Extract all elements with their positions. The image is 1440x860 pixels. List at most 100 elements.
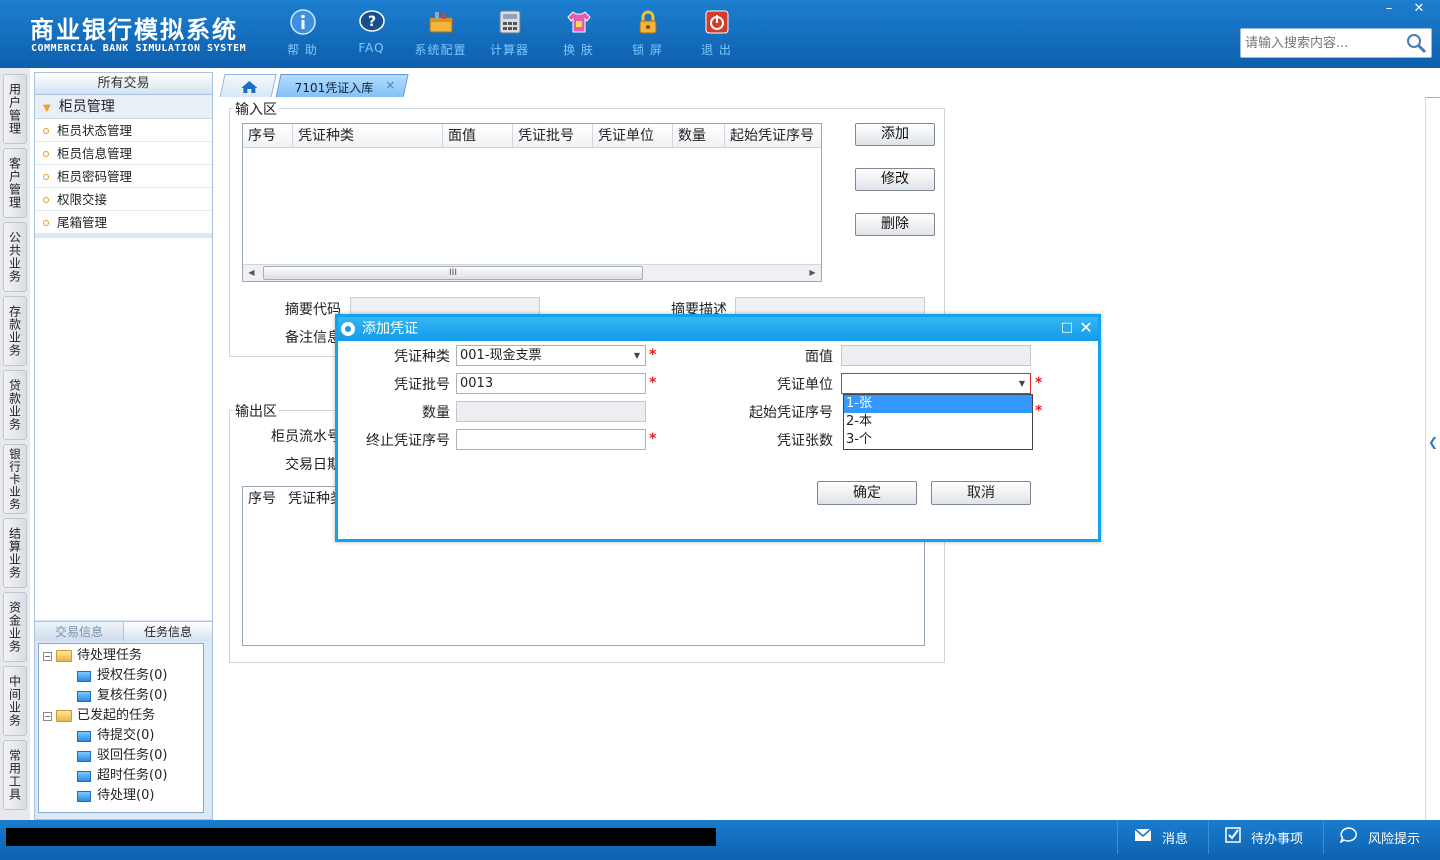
add-button[interactable]: 添加 — [855, 123, 935, 146]
tree-leaf[interactable]: 超时任务(0) — [39, 766, 203, 786]
todo-button[interactable]: 待办事项 — [1207, 820, 1323, 854]
list-item[interactable]: 柜员信息管理 — [35, 142, 212, 165]
unit-option[interactable]: 2-本 — [844, 413, 1032, 431]
vtab-bank-card-business[interactable]: 银行卡业务 — [3, 444, 27, 514]
scroll-right-icon[interactable]: ▶ — [804, 265, 821, 281]
change-skin-label: 换 肤 — [563, 43, 594, 57]
calculator-button[interactable]: 计算器 — [475, 8, 544, 64]
vtab-customer-management[interactable]: 客户管理 — [3, 148, 27, 218]
bullet-icon — [43, 197, 49, 203]
column-header: 序号 — [248, 491, 276, 507]
tree-leaf[interactable]: 授权任务(0) — [39, 666, 203, 686]
list-item-label: 权限交接 — [57, 192, 108, 207]
tree-leaf[interactable]: 待处理(0) — [39, 786, 203, 806]
required-mark: * — [649, 431, 657, 447]
shirt-icon — [565, 8, 593, 36]
vtab-intermediate-business[interactable]: 中间业务 — [3, 666, 27, 736]
tree-leaf[interactable]: 待提交(0) — [39, 726, 203, 746]
dialog-title: 添加凭证 — [362, 321, 418, 337]
help-label: 帮 助 — [287, 43, 318, 57]
search-box — [1240, 28, 1432, 58]
main-tab-bar: 7101凭证入库 × — [218, 72, 1440, 98]
tab-transaction-info[interactable]: 交易信息 — [35, 622, 123, 641]
close-window-button[interactable]: ✕ — [1404, 0, 1434, 18]
power-icon — [703, 8, 731, 36]
unit-option[interactable]: 1-张 — [844, 395, 1032, 413]
risk-alert-button[interactable]: 风险提示 — [1322, 820, 1440, 854]
tree-node-initiated[interactable]: − 已发起的任务 — [39, 706, 203, 726]
ok-button[interactable]: 确定 — [817, 481, 917, 505]
category-label: 柜员管理 — [58, 99, 115, 115]
toolbar: 帮 助 ? FAQ 系统配置 计算器 换 肤 锁 屏 退 出 — [268, 8, 751, 64]
list-item[interactable]: 柜员状态管理 — [35, 119, 212, 142]
list-item-label: 尾箱管理 — [57, 215, 108, 230]
help-button[interactable]: 帮 助 — [268, 8, 337, 64]
list-item[interactable]: 尾箱管理 — [35, 211, 212, 234]
exit-button[interactable]: 退 出 — [682, 8, 751, 64]
collapse-icon[interactable]: − — [43, 711, 52, 721]
brand-subtitle: COMMERCIAL BANK SIMULATION SYSTEM — [31, 43, 247, 54]
tree-node-pending[interactable]: − 待处理任务 — [39, 646, 203, 666]
tab-close-icon[interactable]: × — [385, 78, 395, 92]
maximize-icon[interactable]: □ — [1060, 321, 1074, 335]
horizontal-scrollbar[interactable]: ◀ III ▶ — [243, 264, 821, 281]
status-bar: 消息 待办事项 风险提示 — [0, 820, 1440, 860]
vtab-deposit-business[interactable]: 存款业务 — [3, 296, 27, 366]
folder-icon — [56, 710, 72, 722]
scroll-thumb[interactable]: III — [263, 266, 643, 280]
expand-right-icon[interactable]: ❮ — [1428, 420, 1438, 464]
minimize-button[interactable]: – — [1374, 0, 1404, 18]
output-area-legend: 输出区 — [233, 401, 279, 421]
system-config-label: 系统配置 — [414, 43, 467, 57]
tree-leaf[interactable]: 驳回任务(0) — [39, 746, 203, 766]
vtab-fund-business[interactable]: 资金业务 — [3, 592, 27, 662]
modify-button[interactable]: 修改 — [855, 168, 935, 191]
bullet-icon — [43, 174, 49, 180]
info-icon — [289, 8, 317, 36]
question-icon: ? — [358, 8, 386, 36]
batch-no-label: 凭证批号 — [394, 377, 450, 393]
voucher-type-select[interactable]: 001-现金支票 ▼ — [456, 345, 646, 366]
tab-voucher-storage[interactable]: 7101凭证入库 × — [275, 74, 409, 98]
start-no-label: 起始凭证序号 — [749, 405, 833, 421]
tree-node-label: 已发起的任务 — [77, 708, 156, 723]
unit-select[interactable]: ▼ — [841, 373, 1031, 394]
status-items: 消息 待办事项 风险提示 — [1116, 820, 1440, 854]
system-config-button[interactable]: 系统配置 — [406, 8, 475, 64]
scroll-left-icon[interactable]: ◀ — [243, 265, 260, 281]
category-teller-management[interactable]: ▼ 柜员管理 — [35, 95, 212, 119]
messages-button[interactable]: 消息 — [1116, 820, 1208, 854]
list-item[interactable]: 柜员密码管理 — [35, 165, 212, 188]
close-icon[interactable]: ✕ — [1078, 320, 1094, 336]
search-icon[interactable] — [1405, 32, 1427, 58]
batch-no-input[interactable]: 0013 — [456, 373, 646, 394]
list-item[interactable]: 权限交接 — [35, 188, 212, 211]
search-input[interactable] — [1241, 29, 1401, 57]
transaction-list: 柜员状态管理 柜员信息管理 柜员密码管理 权限交接 尾箱管理 — [35, 119, 212, 234]
tab-label: 7101凭证入库 — [294, 81, 374, 95]
bullet-icon — [43, 151, 49, 157]
change-skin-button[interactable]: 换 肤 — [544, 8, 613, 64]
info-panel: 交易信息 任务信息 − 待处理任务 授权任务(0) 复核任务(0) − 已发起的任务… — [35, 621, 212, 819]
chevron-down-icon: ▼ — [633, 351, 640, 360]
tab-home[interactable] — [219, 74, 277, 98]
vtab-user-management[interactable]: 用户管理 — [3, 74, 27, 144]
unit-option[interactable]: 3-个 — [844, 431, 1032, 449]
app-header: 商业银行模拟系统 COMMERCIAL BANK SIMULATION SYST… — [0, 0, 1440, 68]
vtab-common-tools[interactable]: 常用工具 — [3, 740, 27, 810]
tab-task-info[interactable]: 任务信息 — [123, 622, 212, 641]
delete-button[interactable]: 删除 — [855, 213, 935, 236]
lock-screen-button[interactable]: 锁 屏 — [613, 8, 682, 64]
tree-leaf-label: 超时任务(0) — [97, 768, 168, 783]
calculator-icon — [496, 8, 524, 36]
add-voucher-dialog: 添加凭证 □ ✕ 凭证种类 001-现金支票 ▼ * 面值 凭证批号 0013 … — [335, 314, 1101, 542]
vtab-public-business[interactable]: 公共业务 — [3, 222, 27, 292]
cancel-button[interactable]: 取消 — [931, 481, 1031, 505]
tree-leaf[interactable]: 复核任务(0) — [39, 686, 203, 706]
collapse-icon[interactable]: − — [43, 651, 52, 661]
faq-button[interactable]: ? FAQ — [337, 8, 406, 64]
input-grid: 序号 凭证种类 面值 凭证批号 凭证单位 数量 起始凭证序号 ◀ III ▶ — [242, 123, 822, 282]
vtab-loan-business[interactable]: 贷款业务 — [3, 370, 27, 440]
vtab-settlement-business[interactable]: 结算业务 — [3, 518, 27, 588]
end-no-input[interactable] — [456, 429, 646, 450]
